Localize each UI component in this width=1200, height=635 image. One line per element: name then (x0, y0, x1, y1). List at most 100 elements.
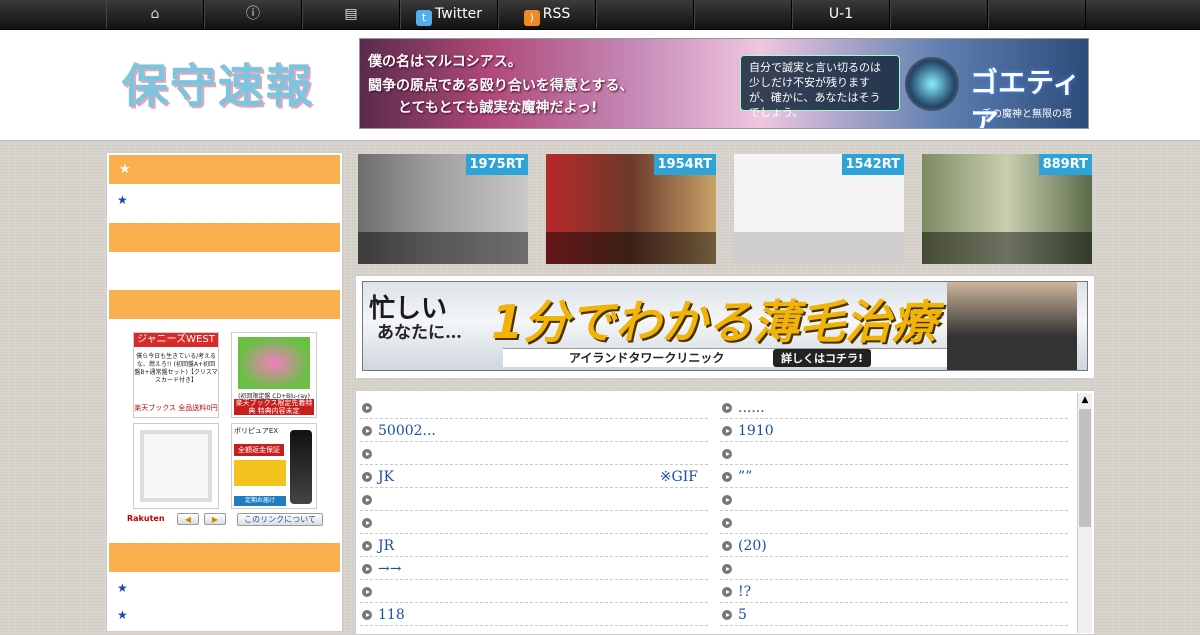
thumbnail-shade (922, 232, 1092, 264)
hair-clinic-ad[interactable]: 忙しい あなたに… 1分でわかる薄毛治療 アイランドタワークリニック 詳しくはコ… (362, 281, 1088, 371)
play-bullet-icon (722, 610, 732, 620)
play-bullet-icon (362, 449, 372, 459)
list-item[interactable]: 5 (720, 604, 1068, 626)
ad-headline: 1分でわかる薄毛治療 (491, 295, 938, 349)
play-bullet-icon (362, 610, 372, 620)
thumbnail-3[interactable]: 1542RT (734, 154, 904, 264)
play-bullet-icon (722, 426, 732, 436)
nav-twitter[interactable]: t Twitter (400, 0, 498, 29)
next-button[interactable]: ▶ (204, 513, 226, 525)
sidebar-header-1: ★ (109, 155, 340, 184)
rss-icon: ) (523, 10, 540, 26)
ad-clinic-name: アイランドタワークリニック (569, 351, 725, 365)
rt-count-badge: 889RT (1038, 154, 1092, 175)
nav-info[interactable]: ⓘ (204, 0, 302, 29)
thumbnail-2[interactable]: 1954RT (546, 154, 716, 264)
twitter-icon: t (416, 10, 433, 26)
play-bullet-icon (362, 495, 372, 505)
list-item[interactable] (360, 512, 708, 534)
prev-button[interactable]: ◀ (177, 513, 199, 525)
nav-item-10[interactable] (988, 0, 1086, 29)
nav-rss[interactable]: ) RSS (498, 0, 596, 29)
product-image (140, 430, 212, 502)
thumbnail-4[interactable]: 889RT (922, 154, 1092, 264)
article-list: 50002... JK ※GIF JR →→ 118 ...... 1910 ””… (355, 390, 1095, 635)
sidebar-link[interactable]: ★ (117, 193, 128, 207)
play-bullet-icon (722, 449, 732, 459)
product-image (238, 337, 310, 389)
scroll-up-icon[interactable]: ▲ (1078, 393, 1092, 407)
sidebar-header-4 (109, 543, 340, 572)
list-item[interactable] (720, 489, 1068, 511)
nav-home[interactable]: ⌂ (106, 0, 204, 29)
article-list-right: ...... 1910 ”” (20) !? 5 (720, 397, 1068, 627)
play-bullet-icon (722, 564, 732, 574)
play-bullet-icon (722, 518, 732, 528)
about-link-button[interactable]: このリンクについて (237, 513, 323, 526)
nav-item-7[interactable] (694, 0, 792, 29)
list-item[interactable] (360, 581, 708, 603)
nav-item-9[interactable] (890, 0, 988, 29)
scrollbar-thumb[interactable] (1079, 409, 1091, 527)
list-item[interactable] (720, 443, 1068, 465)
banner-orb-image (905, 57, 959, 111)
play-bullet-icon (722, 472, 732, 482)
product-badges (234, 460, 286, 486)
list-item[interactable]: !? (720, 581, 1068, 603)
product-bottle-image (290, 430, 312, 504)
site-header: 保守速報 僕の名はマルコシアス。 闘争の原点である殴り合いを得意とする、 とても… (0, 30, 1200, 141)
play-bullet-icon (722, 495, 732, 505)
rt-count-badge: 1542RT (841, 154, 904, 175)
list-item[interactable]: ”” (720, 466, 1068, 488)
list-item[interactable]: 118 (360, 604, 708, 626)
shop-item-polypure[interactable]: ポリピュアEX 全額返金保証 定期お届け (231, 423, 317, 509)
site-logo[interactable]: 保守速報 (122, 50, 314, 116)
shop-item-jwest[interactable]: ジャニーズWEST 僕ら今日も生きている/考えるな、燃えろ!! (初回盤A+初回… (133, 332, 219, 418)
list-item[interactable] (720, 512, 1068, 534)
thumbnail-shade (358, 232, 528, 264)
banner-speech-box: 自分で誠実と言い切るのは少しだけ不安が残りますが、確かに、あなたはそうでしょう。 (740, 55, 900, 119)
nav-item-6[interactable] (596, 0, 694, 29)
play-bullet-icon (362, 541, 372, 551)
nav-archive[interactable]: ▤ (302, 0, 400, 29)
ad-cta-button[interactable]: 詳しくはコチラ! (773, 349, 872, 367)
list-item[interactable] (360, 397, 708, 419)
home-icon: ⌂ (150, 6, 160, 22)
list-item[interactable] (360, 489, 708, 511)
sidebar-link[interactable]: ★ (117, 608, 128, 622)
ad-person-image (947, 282, 1077, 370)
rakuten-logo[interactable]: Rakuten (127, 514, 165, 523)
banner-line-1: 僕の名はマルコシアス。 (368, 54, 522, 70)
thumbnail-shade (734, 232, 904, 264)
sidebar-header-2 (109, 223, 340, 252)
list-item[interactable]: ...... (720, 397, 1068, 419)
play-bullet-icon (362, 518, 372, 528)
list-item[interactable] (720, 558, 1068, 580)
list-item[interactable]: →→ (360, 558, 708, 580)
header-banner-ad[interactable]: 僕の名はマルコシアス。 闘争の原点である殴り合いを得意とする、 とてもとても誠実… (359, 38, 1089, 129)
play-bullet-icon (362, 426, 372, 436)
shop-item-bluray[interactable]: (初回限定盤 CD+Blu-ray) 楽天ブックス限定先着特典 特典内容未定 (231, 332, 317, 418)
list-scrollbar[interactable]: ▲ (1077, 393, 1092, 633)
info-icon: ⓘ (246, 6, 260, 22)
play-bullet-icon (362, 472, 372, 482)
article-list-left: 50002... JK ※GIF JR →→ 118 (360, 397, 708, 627)
list-item[interactable]: 50002... (360, 420, 708, 442)
rt-count-badge: 1975RT (465, 154, 528, 175)
rt-count-badge: 1954RT (653, 154, 716, 175)
play-bullet-icon (362, 403, 372, 413)
list-item[interactable] (360, 443, 708, 465)
list-item[interactable]: JK ※GIF (360, 466, 708, 488)
play-bullet-icon (722, 541, 732, 551)
sidebar-link[interactable]: ★ (117, 581, 128, 595)
list-item[interactable]: JR (360, 535, 708, 557)
banner-line-2: 闘争の原点である殴り合いを得意とする、 (368, 78, 634, 94)
play-bullet-icon (722, 587, 732, 597)
banner-line-3: とてもとても誠実な魔神だよっ! (398, 100, 598, 116)
top-nav: ⌂ ⓘ ▤ t Twitter ) RSS U-1 (0, 0, 1200, 30)
list-item[interactable]: (20) (720, 535, 1068, 557)
list-item[interactable]: 1910 (720, 420, 1068, 442)
shop-item-frame[interactable] (133, 423, 219, 509)
thumbnail-1[interactable]: 1975RT (358, 154, 528, 264)
nav-u1[interactable]: U-1 (792, 0, 890, 29)
